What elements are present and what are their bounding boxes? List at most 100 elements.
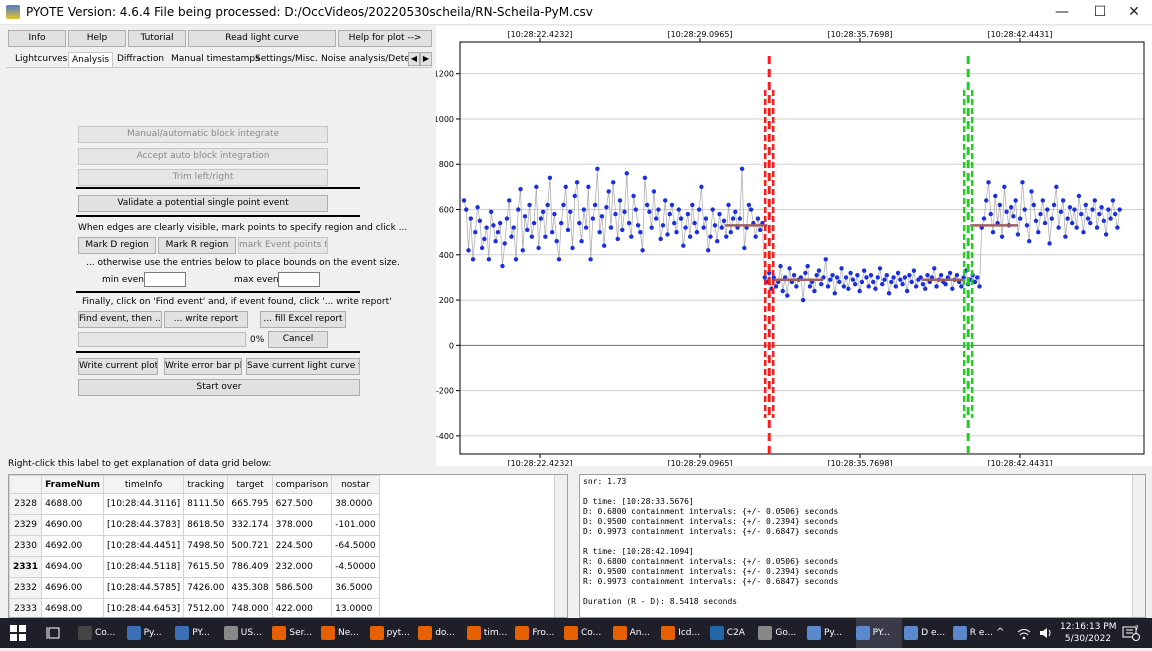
data-point[interactable]	[932, 266, 937, 271]
data-point[interactable]	[678, 216, 684, 221]
data-point[interactable]	[794, 284, 799, 289]
data-point[interactable]	[647, 209, 652, 214]
data-point[interactable]	[658, 236, 663, 242]
table-cell[interactable]: [10:28:44.6453]	[102, 598, 185, 617]
grid-vertical-scrollbar[interactable]	[554, 475, 567, 617]
data-point[interactable]	[1020, 180, 1025, 185]
data-point[interactable]	[999, 234, 1005, 239]
taskbar-app-button[interactable]: Py...	[807, 618, 853, 648]
table-cell[interactable]: 7615.50	[183, 556, 229, 578]
data-point[interactable]	[1069, 220, 1075, 226]
data-point[interactable]	[1117, 207, 1122, 212]
data-point[interactable]	[597, 229, 602, 235]
column-header-comparison[interactable]: comparison	[271, 475, 333, 494]
tab-scroll-right-icon[interactable]: ▶	[420, 52, 432, 66]
data-point[interactable]	[1072, 207, 1077, 212]
table-row[interactable]: 2332 4696.00 [10:28:44.5785] 7426.00 435.308…	[9, 577, 380, 599]
taskbar-app-button[interactable]: Co...	[78, 618, 124, 648]
data-point[interactable]	[1106, 207, 1111, 212]
mark-r-region-button[interactable]: Mark R region	[158, 237, 236, 254]
data-point[interactable]	[1094, 225, 1100, 230]
data-point[interactable]	[841, 284, 847, 289]
data-point[interactable]	[1029, 189, 1034, 194]
data-point[interactable]	[595, 166, 600, 171]
row-header[interactable]: 2329	[9, 514, 43, 536]
report-vertical-scrollbar[interactable]	[1132, 475, 1145, 617]
data-point[interactable]	[1045, 207, 1050, 212]
data-point[interactable]	[857, 288, 862, 294]
data-point[interactable]	[565, 227, 571, 233]
row-header[interactable]: 2333	[9, 598, 43, 617]
data-point[interactable]	[717, 211, 722, 217]
data-point[interactable]	[839, 266, 844, 271]
data-point[interactable]	[816, 268, 822, 273]
data-point[interactable]	[660, 223, 666, 228]
data-point[interactable]	[681, 243, 686, 248]
data-point[interactable]	[726, 202, 731, 208]
data-point[interactable]	[633, 207, 639, 212]
data-point[interactable]	[556, 257, 562, 262]
data-point[interactable]	[667, 211, 672, 217]
taskbar-app-button[interactable]: do...	[418, 618, 464, 648]
taskbar-app-button[interactable]: D e...	[904, 618, 950, 648]
data-point[interactable]	[1011, 214, 1016, 219]
data-point[interactable]	[1024, 223, 1030, 228]
data-point[interactable]	[1110, 198, 1116, 203]
data-point[interactable]	[739, 166, 745, 171]
data-point[interactable]	[572, 193, 577, 199]
clock[interactable]: 12:16:13 PM 5/30/2022	[1060, 618, 1116, 651]
write-report-button[interactable]: ... write report	[164, 311, 248, 328]
data-point[interactable]	[733, 209, 738, 214]
mark-event-points-button[interactable]: mark Event points to use	[238, 237, 328, 254]
data-point[interactable]	[1081, 229, 1086, 235]
taskbar-app-button[interactable]: PY...	[175, 618, 221, 648]
data-point[interactable]	[545, 202, 550, 208]
data-point[interactable]	[511, 225, 516, 230]
accept-block-integration-button[interactable]: Accept auto block integration	[78, 148, 328, 165]
data-point[interactable]	[529, 234, 535, 239]
data-point[interactable]	[1101, 218, 1107, 224]
data-point[interactable]	[608, 225, 614, 230]
taskbar-app-button[interactable]: C2A	[709, 618, 756, 648]
table-cell[interactable]: [10:28:44.5118]	[102, 556, 185, 578]
data-point[interactable]	[1090, 207, 1095, 212]
data-point[interactable]	[1038, 211, 1043, 217]
data-point[interactable]	[938, 272, 944, 278]
wifi-icon[interactable]	[1016, 618, 1032, 648]
data-point[interactable]	[464, 207, 469, 212]
data-point[interactable]	[923, 286, 928, 291]
validate-single-point-button[interactable]: Validate a potential single point event	[78, 195, 328, 212]
data-point[interactable]	[837, 279, 842, 285]
data-point[interactable]	[843, 275, 849, 280]
table-cell[interactable]: [10:28:44.4451]	[102, 535, 185, 557]
table-cell[interactable]: 435.308	[227, 577, 273, 599]
table-cell[interactable]: 7498.50	[183, 535, 229, 557]
data-point[interactable]	[497, 220, 503, 226]
data-point[interactable]	[473, 229, 478, 235]
data-point[interactable]	[986, 180, 991, 185]
data-point[interactable]	[864, 275, 869, 280]
data-point[interactable]	[909, 279, 914, 285]
data-point[interactable]	[620, 227, 625, 233]
find-event-button[interactable]: Find event, then ...	[78, 311, 162, 328]
table-cell[interactable]: 4696.00	[41, 577, 104, 599]
row-header[interactable]: 2330	[9, 535, 43, 557]
data-point[interactable]	[724, 234, 729, 239]
column-header-nostar[interactable]: nostar	[331, 475, 380, 494]
start-over-button[interactable]: Start over	[78, 379, 360, 396]
data-point[interactable]	[1058, 209, 1064, 214]
trim-left-right-button[interactable]: Trim left/right	[78, 169, 328, 186]
taskbar-app-button[interactable]: Fro...	[515, 618, 561, 648]
table-row[interactable]: 2331 4694.00 [10:28:44.5118] 7615.50 786.409…	[9, 556, 380, 578]
data-point[interactable]	[583, 225, 589, 230]
column-header-framenum[interactable]: FrameNum	[41, 475, 104, 494]
data-point[interactable]	[814, 272, 819, 278]
data-point[interactable]	[470, 257, 476, 262]
data-point[interactable]	[683, 225, 688, 230]
data-point[interactable]	[665, 232, 670, 237]
data-point[interactable]	[993, 193, 998, 199]
data-point[interactable]	[690, 202, 695, 208]
data-point[interactable]	[588, 257, 593, 262]
data-point[interactable]	[699, 184, 704, 190]
data-point[interactable]	[719, 225, 724, 230]
